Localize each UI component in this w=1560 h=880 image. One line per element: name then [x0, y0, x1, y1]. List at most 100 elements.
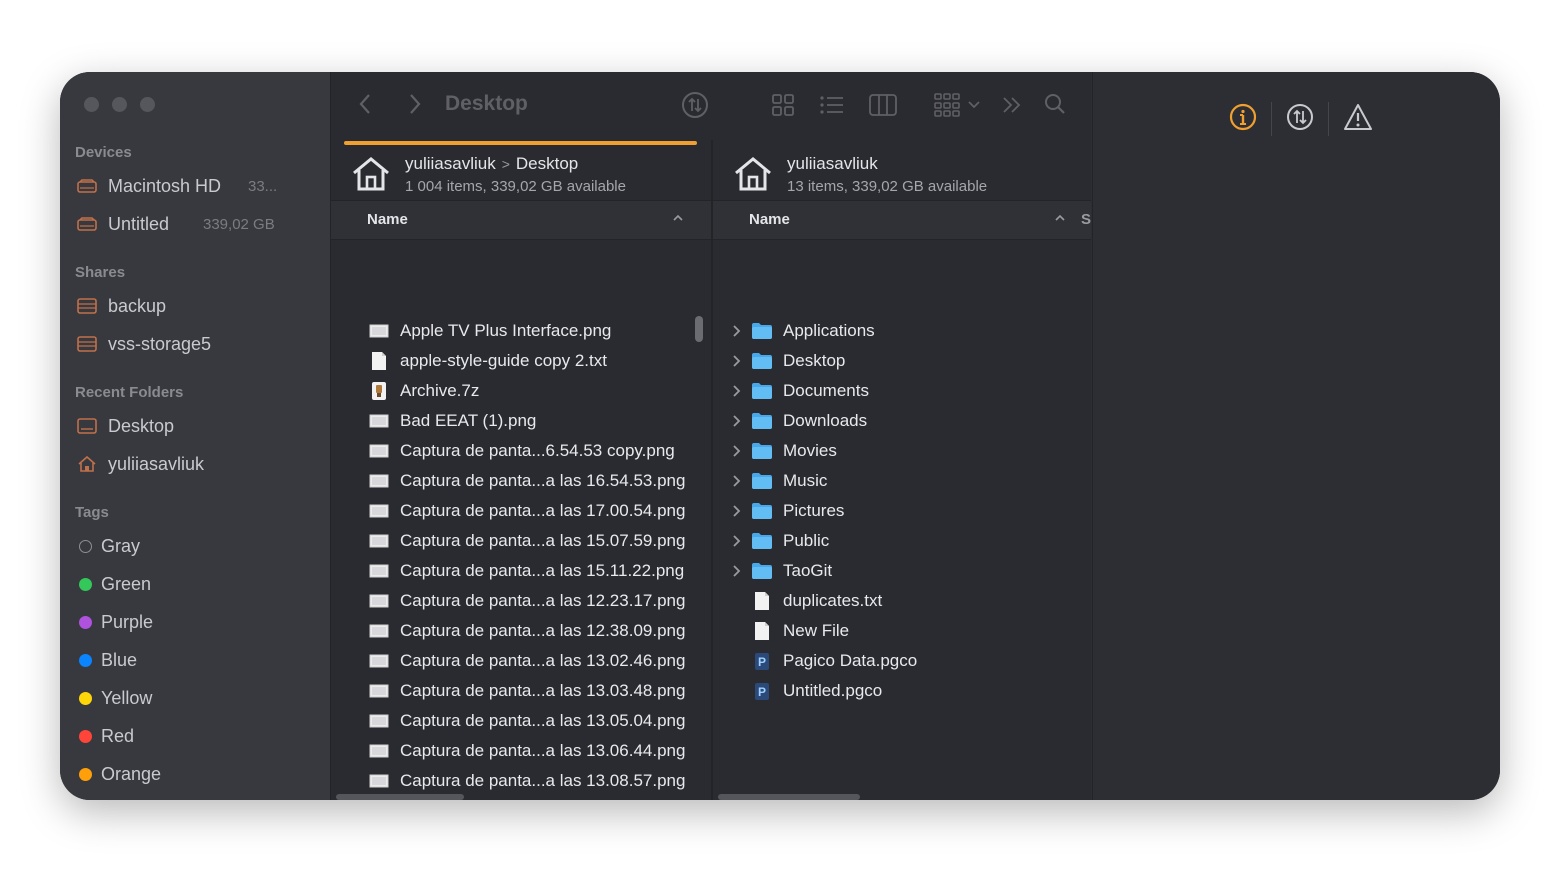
file-row[interactable]: Bad EEAT (1).png [331, 406, 711, 436]
file-icon [368, 441, 390, 461]
sidebar-tag-yellow[interactable]: Yellow [76, 684, 152, 712]
file-row[interactable]: Captura de panta...a las 13.06.44.png [331, 736, 711, 766]
gallery-view-menu[interactable] [931, 91, 983, 119]
disclosure-chevron-icon[interactable] [733, 385, 745, 397]
file-icon: P [751, 651, 773, 671]
file-row[interactable]: P Pagico Data.pgco [713, 646, 1091, 676]
file-row[interactable]: New File [713, 616, 1091, 646]
sync-status-button[interactable] [1286, 103, 1314, 136]
sidebar-tag-red[interactable]: Red [76, 722, 134, 750]
file-icon [751, 591, 773, 611]
chevron-left-icon [359, 94, 370, 114]
column-header-name[interactable]: Name S [713, 200, 1091, 240]
breadcrumb-user[interactable]: yuliiasavliuk [787, 154, 878, 173]
folder-row[interactable]: Desktop [713, 346, 1091, 376]
folder-icon [751, 531, 773, 551]
column-header-size[interactable]: S [1081, 211, 1091, 228]
sidebar-item-backup[interactable]: backup [76, 292, 166, 320]
folder-row[interactable]: Applications [713, 316, 1091, 346]
horizontal-scrollbar-right[interactable] [718, 794, 860, 800]
column-view-button[interactable] [869, 93, 897, 117]
file-row[interactable]: Archive.7z [331, 376, 711, 406]
disclosure-chevron-icon[interactable] [733, 505, 745, 517]
section-devices: Devices [75, 144, 132, 161]
sidebar-item-untitled[interactable]: Untitled 339,02 GB [76, 210, 275, 238]
folder-row[interactable]: Movies [713, 436, 1091, 466]
sidebar-tag-orange[interactable]: Orange [76, 760, 161, 788]
file-row[interactable]: Apple TV Plus Interface.png [331, 316, 711, 346]
file-row[interactable]: P Untitled.pgco [713, 676, 1091, 706]
folder-row[interactable]: Documents [713, 376, 1091, 406]
breadcrumb-user[interactable]: yuliiasavliuk [405, 154, 496, 173]
disclosure-chevron-icon[interactable] [733, 445, 745, 457]
breadcrumb-desktop[interactable]: Desktop [516, 154, 578, 173]
window-title: Desktop [445, 92, 528, 115]
info-button[interactable] [1229, 103, 1257, 136]
file-row[interactable]: Captura de panta...a las 15.11.22.png [331, 556, 711, 586]
sidebar-item-yuliiasavliuk[interactable]: yuliiasavliuk [76, 450, 204, 478]
file-row[interactable]: Captura de panta...a las 12.23.17.png [331, 586, 711, 616]
sidebar-tag-green[interactable]: Green [76, 570, 151, 598]
file-icon [368, 771, 390, 791]
file-row[interactable]: Captura de panta...a las 12.38.09.png [331, 616, 711, 646]
column-header-name[interactable]: Name [331, 200, 711, 240]
file-row[interactable]: Captura de panta...6.54.53 copy.png [331, 436, 711, 466]
active-pane-indicator [344, 141, 697, 145]
sidebar-tag-purple[interactable]: Purple [76, 608, 153, 636]
more-toolbar-button[interactable] [1001, 93, 1023, 117]
file-row[interactable]: Captura de panta...a las 13.05.04.png [331, 706, 711, 736]
close-button[interactable] [84, 97, 99, 112]
tag-color-dot-icon [79, 767, 92, 781]
file-row[interactable]: Captura de panta...a las 13.03.48.png [331, 676, 711, 706]
sync-button[interactable] [680, 90, 710, 120]
sidebar-tag-blue[interactable]: Blue [76, 646, 137, 674]
section-shares: Shares [75, 264, 126, 281]
folder-row[interactable]: Public [713, 526, 1091, 556]
disclosure-chevron-icon[interactable] [733, 535, 745, 547]
home-icon [735, 157, 771, 191]
disclosure-chevron-icon[interactable] [733, 355, 745, 367]
list-view-button[interactable] [819, 93, 845, 117]
file-row[interactable]: Captura de panta...a las 13.08.57.png [331, 766, 711, 796]
back-button[interactable] [355, 92, 375, 116]
search-button[interactable] [1043, 92, 1067, 116]
file-row[interactable]: Captura de panta...a las 16.54.53.png [331, 466, 711, 496]
horizontal-scrollbar-left[interactable] [336, 794, 464, 800]
sidebar-tag-gray[interactable]: Gray [76, 532, 140, 560]
left-pane: yuliiasavliuk > Desktop 1 004 items, 339,0… [331, 146, 711, 800]
icon-view-button[interactable] [771, 93, 795, 117]
vertical-scrollbar[interactable] [695, 316, 703, 342]
pane-header: yuliiasavliuk 13 items, 339,02 GB availa… [713, 146, 1091, 200]
warning-button[interactable] [1343, 103, 1373, 136]
minimize-button[interactable] [112, 97, 127, 112]
sidebar-item-vss-storage5[interactable]: vss-storage5 [76, 330, 211, 358]
file-row[interactable]: apple-style-guide copy 2.txt [331, 346, 711, 376]
disclosure-chevron-icon[interactable] [733, 565, 745, 577]
folder-row[interactable]: TaoGit [713, 556, 1091, 586]
browser-area: Desktop yuliiasavliuk > Desktop 1 004 it… [331, 72, 1091, 800]
file-icon [368, 321, 390, 341]
info-icon [1229, 103, 1257, 130]
tag-color-dot-icon [79, 615, 92, 629]
file-icon [368, 381, 390, 401]
file-list: Applications Desktop Documents Downloads Mov… [713, 316, 1091, 706]
folder-row[interactable]: Pictures [713, 496, 1091, 526]
file-row[interactable]: duplicates.txt [713, 586, 1091, 616]
hard-drive-icon [76, 215, 98, 233]
file-row[interactable]: Captura de panta...a las 15.07.59.png [331, 526, 711, 556]
disclosure-chevron-icon[interactable] [733, 415, 745, 427]
file-row[interactable]: Captura de panta...a las 13.02.46.png [331, 646, 711, 676]
pane-header: yuliiasavliuk > Desktop 1 004 items, 339,0… [331, 146, 711, 200]
folder-row[interactable]: Downloads [713, 406, 1091, 436]
folder-row[interactable]: Music [713, 466, 1091, 496]
svg-text:P: P [758, 655, 766, 669]
sidebar-item-macintosh-hd[interactable]: Macintosh HD 33... [76, 172, 277, 200]
sort-ascending-icon [673, 214, 683, 221]
zoom-button[interactable] [140, 97, 155, 112]
columns-icon [869, 94, 897, 116]
forward-button[interactable] [405, 92, 425, 116]
sidebar-item-desktop[interactable]: Desktop [76, 412, 174, 440]
file-row[interactable]: Captura de panta...a las 17.00.54.png [331, 496, 711, 526]
disclosure-chevron-icon[interactable] [733, 475, 745, 487]
disclosure-chevron-icon[interactable] [733, 325, 745, 337]
